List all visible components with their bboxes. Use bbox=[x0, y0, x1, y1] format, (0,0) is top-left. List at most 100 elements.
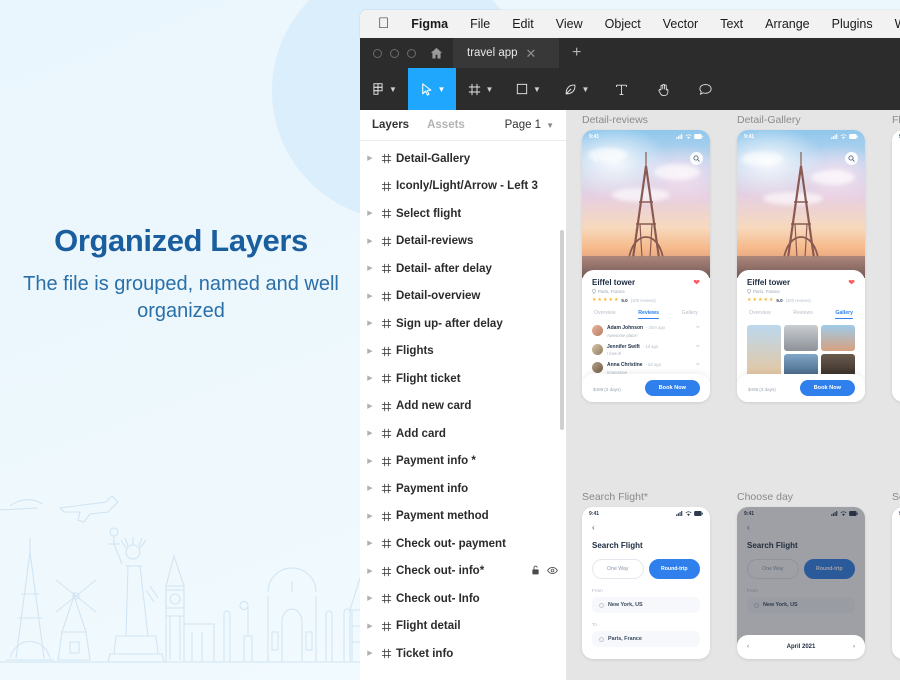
gallery-grid[interactable] bbox=[747, 325, 855, 380]
frame-label[interactable]: Fli bbox=[892, 114, 900, 126]
chevron-down-icon[interactable]: ▼ bbox=[438, 85, 446, 94]
chevron-right-icon[interactable]: ▶ bbox=[364, 348, 376, 355]
layer-row[interactable]: ▶Add card bbox=[360, 420, 566, 448]
tab-assets[interactable]: Assets bbox=[427, 119, 465, 131]
frame-label[interactable]: Detail-reviews bbox=[582, 114, 710, 126]
tab-gallery[interactable]: Gallery bbox=[835, 310, 853, 319]
gallery-image[interactable] bbox=[784, 325, 818, 351]
chevron-down-icon[interactable]: ▼ bbox=[533, 85, 541, 94]
chevron-left-icon[interactable]: ‹ bbox=[747, 644, 749, 650]
shape-tool-icon[interactable]: ▼ bbox=[504, 68, 552, 110]
frame-label[interactable]: Se bbox=[892, 491, 900, 503]
chevron-right-icon[interactable]: ▶ bbox=[364, 513, 376, 520]
figma-menu-icon[interactable]: ▼ bbox=[360, 68, 408, 110]
hand-tool-icon[interactable] bbox=[642, 68, 684, 110]
comment-tool-icon[interactable] bbox=[684, 68, 726, 110]
tab-reviews[interactable]: Reviews bbox=[793, 310, 813, 319]
layer-row[interactable]: ▶Detail-overview bbox=[360, 283, 566, 311]
home-icon[interactable] bbox=[427, 38, 453, 68]
tab-gallery[interactable]: Gallery bbox=[682, 310, 698, 319]
gallery-image[interactable] bbox=[821, 325, 855, 351]
canvas-frame-detail-gallery[interactable]: Detail-Gallery bbox=[737, 114, 865, 402]
chevron-right-icon[interactable]: ▶ bbox=[364, 623, 376, 630]
menu-item-plugins[interactable]: Plugins bbox=[821, 17, 884, 31]
layer-row[interactable]: ▶Flight ticket bbox=[360, 365, 566, 393]
layer-row[interactable]: ▶Select flight bbox=[360, 200, 566, 228]
search-icon[interactable] bbox=[690, 152, 703, 165]
frame-label[interactable]: Detail-Gallery bbox=[737, 114, 865, 126]
layer-row-actions[interactable] bbox=[531, 562, 558, 580]
chevron-right-icon[interactable]: ▶ bbox=[364, 320, 376, 327]
chevron-right-icon[interactable]: ▶ bbox=[364, 155, 376, 162]
layer-row[interactable]: ▶Payment info bbox=[360, 475, 566, 503]
detail-tab-row[interactable]: Overview Reviews Gallery bbox=[592, 310, 700, 319]
close-window-button[interactable] bbox=[373, 49, 382, 58]
back-button[interactable]: ‹ bbox=[744, 152, 757, 165]
frame-tool-icon[interactable]: ▼ bbox=[456, 68, 504, 110]
pen-tool-icon[interactable]: ▼ bbox=[552, 68, 600, 110]
canvas-frame-flights-partial[interactable]: Fli 9:41 ‹ bbox=[892, 114, 900, 402]
to-field[interactable]: Paris, France bbox=[592, 631, 700, 647]
heart-icon[interactable]: ❤ bbox=[696, 362, 700, 368]
chevron-right-icon[interactable]: ▶ bbox=[364, 595, 376, 602]
menu-item-arrange[interactable]: Arrange bbox=[754, 17, 820, 31]
layer-row[interactable]: ▶Check out- payment bbox=[360, 530, 566, 558]
chevron-right-icon[interactable]: ▶ bbox=[364, 650, 376, 657]
layer-row[interactable]: ▶Iconly/Light/Arrow - Left 3 bbox=[360, 173, 566, 201]
chevron-right-icon[interactable]: ▶ bbox=[364, 265, 376, 272]
menu-item-edit[interactable]: Edit bbox=[501, 17, 545, 31]
layer-row[interactable]: ▶Add new card bbox=[360, 393, 566, 421]
layer-row[interactable]: ▶Sign up- after delay bbox=[360, 310, 566, 338]
tab-reviews[interactable]: Reviews bbox=[638, 310, 659, 319]
layer-row[interactable]: ▶Payment method bbox=[360, 503, 566, 531]
book-now-button[interactable]: Book Now bbox=[800, 380, 855, 396]
chevron-right-icon[interactable]: ▶ bbox=[364, 458, 376, 465]
trip-type-toggle[interactable]: One Way Round-trip bbox=[592, 559, 700, 579]
menu-item-object[interactable]: Object bbox=[594, 17, 652, 31]
layer-row[interactable]: ▶Check out- Info bbox=[360, 585, 566, 613]
file-tab-travel-app[interactable]: travel app ✕ bbox=[453, 38, 559, 68]
back-button[interactable]: ‹ bbox=[592, 523, 700, 532]
eye-icon[interactable] bbox=[547, 562, 558, 580]
text-tool-icon[interactable] bbox=[600, 68, 642, 110]
chevron-right-icon[interactable]: ▶ bbox=[364, 403, 376, 410]
chevron-right-icon[interactable]: ▶ bbox=[364, 238, 376, 245]
chevron-right-icon[interactable]: ▶ bbox=[364, 293, 376, 300]
apple-logo-icon[interactable]:  bbox=[372, 16, 400, 33]
layer-list[interactable]: ▶Detail-Gallery▶Iconly/Light/Arrow - Lef… bbox=[360, 141, 566, 680]
canvas-frame-search-partial[interactable]: Se 9:41 ‹ bbox=[892, 491, 900, 659]
search-icon[interactable] bbox=[845, 152, 858, 165]
layer-row[interactable]: ▶Payment info * bbox=[360, 448, 566, 476]
chevron-right-icon[interactable]: ▶ bbox=[364, 210, 376, 217]
chevron-down-icon[interactable]: ▼ bbox=[582, 85, 590, 94]
chevron-down-icon[interactable]: ▼ bbox=[486, 85, 494, 94]
heart-icon[interactable]: ❤ bbox=[696, 344, 700, 350]
from-field[interactable]: New York, US bbox=[592, 597, 700, 613]
layer-row[interactable]: ▶Check out- info* bbox=[360, 558, 566, 586]
book-now-button[interactable]: Book Now bbox=[645, 380, 700, 396]
layer-row[interactable]: ▶Detail-reviews bbox=[360, 228, 566, 256]
heart-icon[interactable]: ❤ bbox=[696, 325, 700, 331]
trip-option-one-way[interactable]: One Way bbox=[592, 559, 644, 579]
maximize-window-button[interactable] bbox=[407, 49, 416, 58]
heart-icon[interactable]: ❤ bbox=[848, 278, 855, 287]
menu-item-view[interactable]: View bbox=[545, 17, 594, 31]
gallery-image[interactable] bbox=[747, 325, 781, 380]
layer-row[interactable]: ▶Detail- after delay bbox=[360, 255, 566, 283]
layer-row[interactable]: ▶Ticket info bbox=[360, 640, 566, 668]
layer-row[interactable]: ▶Flight detail bbox=[360, 613, 566, 641]
layer-row[interactable]: ▶Flights bbox=[360, 338, 566, 366]
canvas-frame-choose-day[interactable]: Choose day 9:41 ‹ Search Flight bbox=[737, 491, 865, 659]
back-button[interactable]: ‹ bbox=[589, 152, 602, 165]
tab-overview[interactable]: Overview bbox=[594, 310, 616, 319]
chevron-down-icon[interactable]: ▼ bbox=[389, 85, 397, 94]
canvas-frame-detail-reviews[interactable]: Detail-reviews bbox=[582, 114, 710, 402]
tab-layers[interactable]: Layers bbox=[372, 119, 409, 131]
chevron-right-icon[interactable]: ▶ bbox=[364, 485, 376, 492]
move-tool-icon[interactable]: ▼ bbox=[408, 68, 456, 110]
menu-item-vector[interactable]: Vector bbox=[652, 17, 709, 31]
menu-item-figma[interactable]: Figma bbox=[400, 17, 459, 31]
date-picker-sheet[interactable]: ‹ April 2021 › bbox=[737, 635, 865, 659]
trip-option-round-trip[interactable]: Round-trip bbox=[649, 559, 701, 579]
chevron-right-icon[interactable]: ▶ bbox=[364, 540, 376, 547]
